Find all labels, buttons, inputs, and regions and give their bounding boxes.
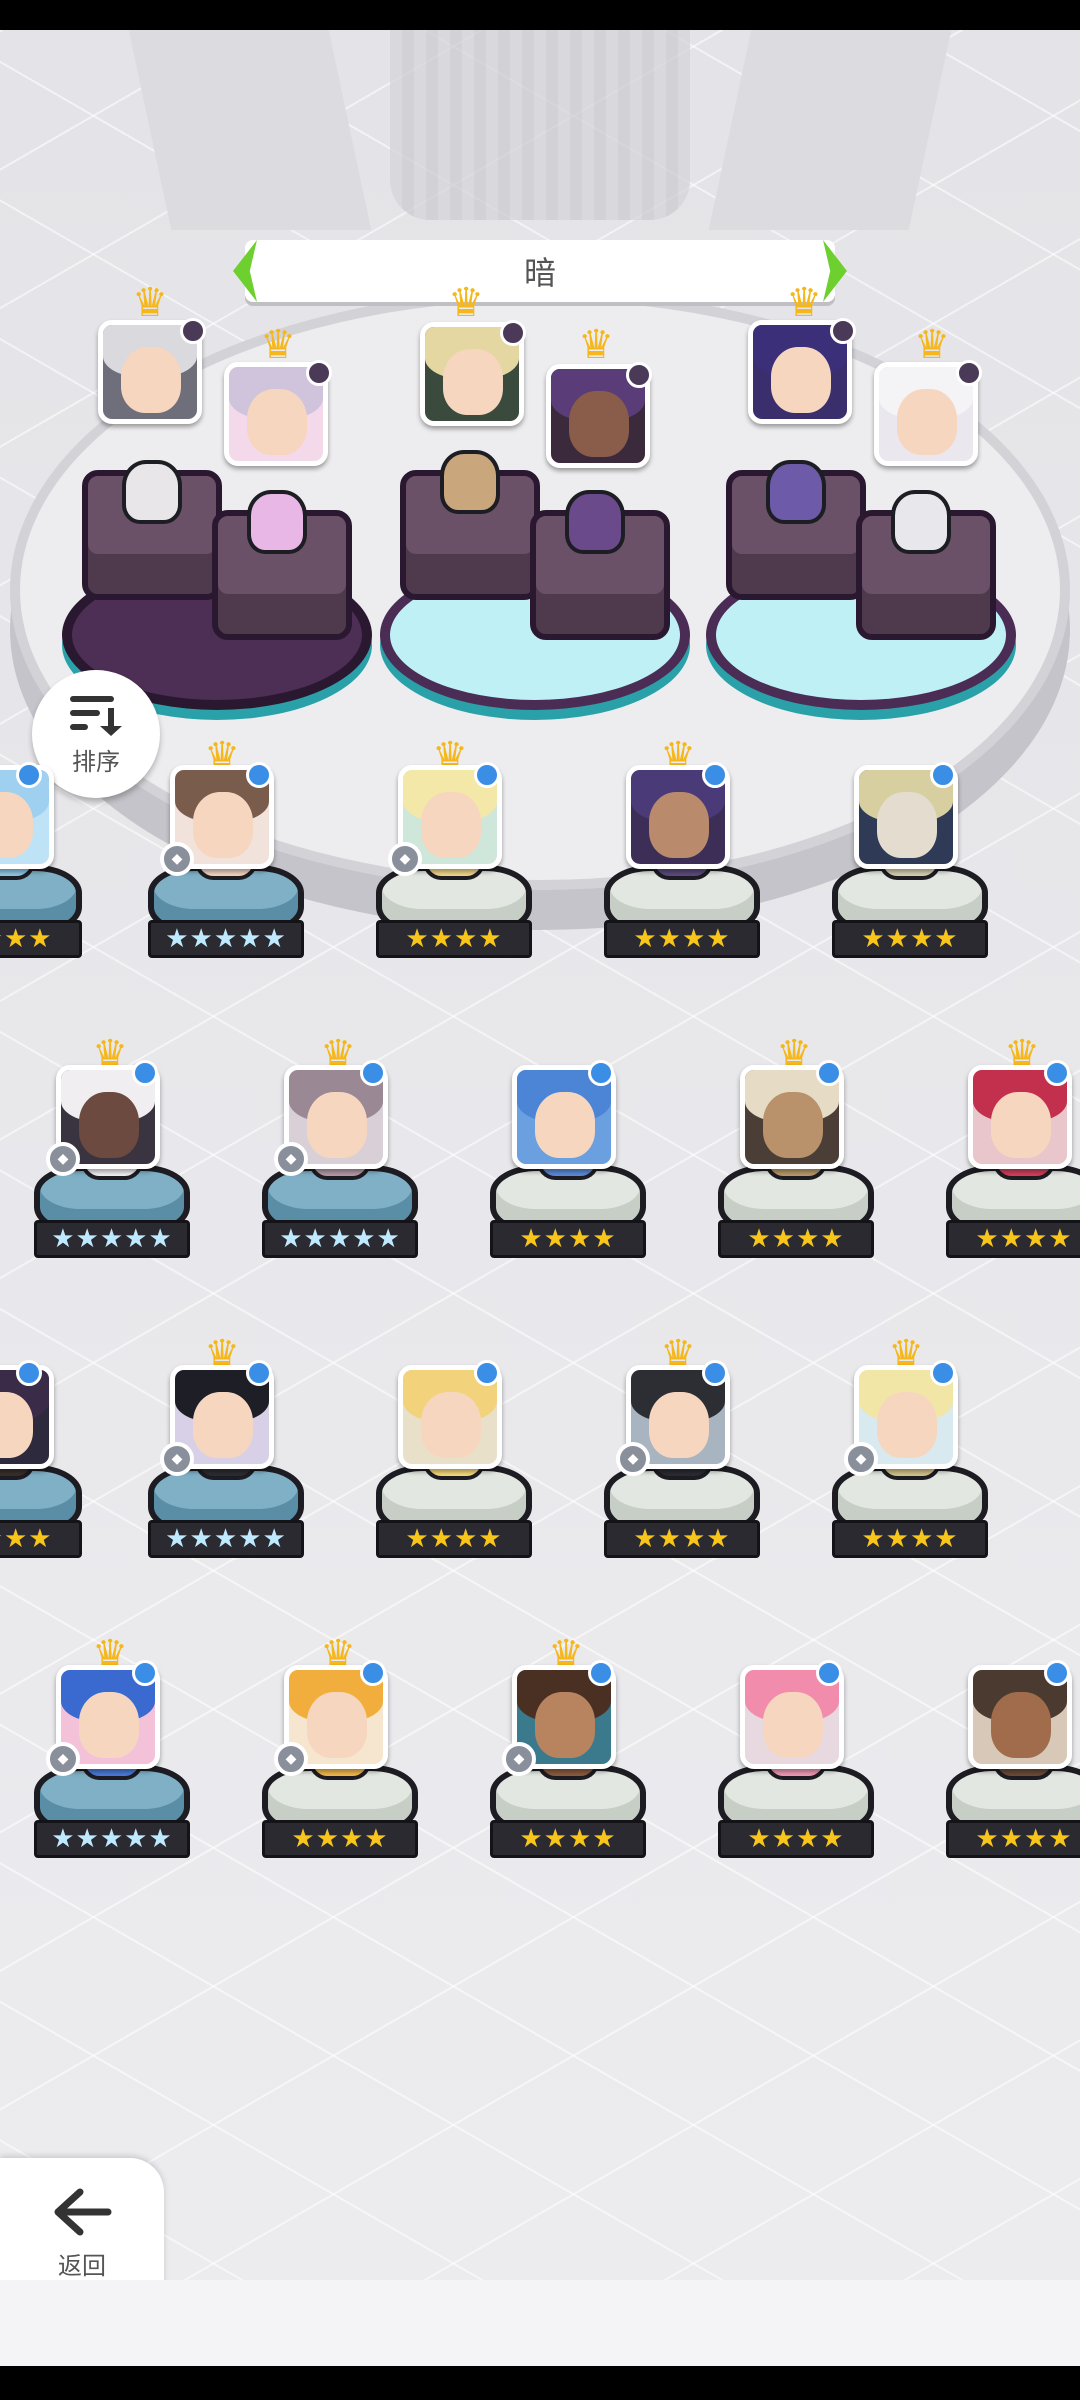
crown-icon: ♛ — [578, 322, 614, 368]
status-bar — [0, 0, 1080, 30]
game-scene: 暗 ♛ ♛ ♛ ♛ ♛ ♛ 排序 ★★ ★★★★★ ★★★★ ★★★★ ★★★★… — [0, 30, 1080, 2280]
light-element-icon — [930, 1360, 956, 1386]
dark-element-icon — [956, 360, 982, 386]
element-title-banner[interactable]: 暗 — [245, 240, 835, 302]
light-element-icon — [816, 1060, 842, 1086]
light-element-icon — [588, 1660, 614, 1686]
background-pillar — [708, 30, 952, 230]
class-icon: ◆ — [274, 1142, 308, 1176]
star-rating: ★★★★ — [0, 920, 82, 958]
light-element-icon — [1044, 1660, 1070, 1686]
star-rating: ★★★★ — [946, 1220, 1080, 1258]
light-element-icon — [930, 762, 956, 788]
class-icon: ◆ — [388, 842, 422, 876]
star-rating: ★★★★ — [376, 1520, 532, 1558]
crown-icon: ♛ — [132, 280, 168, 326]
light-element-icon — [474, 762, 500, 788]
background-temple — [390, 30, 690, 220]
class-icon: ◆ — [616, 1442, 650, 1476]
back-arrow-icon — [54, 2188, 112, 2235]
light-element-icon — [1044, 1060, 1070, 1086]
dark-element-icon — [500, 320, 526, 346]
crown-icon: ♛ — [914, 322, 950, 368]
chibi-sprite — [122, 460, 182, 524]
star-rating: ★★★★ — [490, 1220, 646, 1258]
sort-icon — [70, 695, 122, 736]
star-rating: ★★★★ — [832, 920, 988, 958]
star-rating: ★★★★ — [718, 1220, 874, 1258]
chibi-sprite — [766, 460, 826, 524]
dark-element-icon — [306, 360, 332, 386]
light-element-icon — [360, 1660, 386, 1686]
star-rating: ★★★★★ — [34, 1820, 190, 1858]
back-label: 返回 — [58, 2251, 106, 2280]
crown-icon: ♛ — [448, 280, 484, 326]
class-icon: ◆ — [502, 1742, 536, 1776]
bottom-strip — [0, 2280, 1080, 2366]
light-element-icon — [16, 1360, 42, 1386]
light-element-icon — [702, 762, 728, 788]
star-rating: ★★★★ — [946, 1820, 1080, 1858]
star-rating: ★★★★ — [718, 1820, 874, 1858]
dark-element-icon — [180, 318, 206, 344]
star-rating: ★★★★★ — [148, 1520, 304, 1558]
star-rating: ★★★★★ — [34, 1220, 190, 1258]
star-rating: ★★★★★ — [262, 1220, 418, 1258]
star-rating: ★★★★ — [604, 920, 760, 958]
star-rating: ★★★★ — [604, 1520, 760, 1558]
class-icon: ◆ — [46, 1142, 80, 1176]
star-rating: ★★★★ — [490, 1820, 646, 1858]
light-element-icon — [474, 1360, 500, 1386]
class-icon: ◆ — [274, 1742, 308, 1776]
light-element-icon — [816, 1660, 842, 1686]
light-element-icon — [132, 1060, 158, 1086]
class-icon: ◆ — [46, 1742, 80, 1776]
light-element-icon — [16, 762, 42, 788]
class-icon: ◆ — [844, 1442, 878, 1476]
back-button[interactable]: 返回 — [0, 2158, 164, 2280]
chibi-sprite — [440, 450, 500, 514]
star-rating: ★★★★ — [262, 1820, 418, 1858]
dark-element-icon — [830, 318, 856, 344]
chibi-sprite — [565, 490, 625, 554]
light-element-icon — [246, 1360, 272, 1386]
crown-icon: ♛ — [260, 322, 296, 368]
background-pillar — [128, 30, 372, 230]
dark-element-icon — [626, 362, 652, 388]
class-icon: ◆ — [160, 1442, 194, 1476]
light-element-icon — [702, 1360, 728, 1386]
light-element-icon — [246, 762, 272, 788]
star-rating: ★★★★ — [0, 1520, 82, 1558]
class-icon: ◆ — [160, 842, 194, 876]
star-rating: ★★★★ — [832, 1520, 988, 1558]
star-rating: ★★★★ — [376, 920, 532, 958]
chibi-sprite — [891, 490, 951, 554]
chibi-sprite — [247, 490, 307, 554]
sort-label: 排序 — [72, 747, 120, 776]
light-element-icon — [588, 1060, 614, 1086]
team-slot-2[interactable]: ♛ ♛ — [380, 283, 690, 740]
crown-icon: ♛ — [786, 280, 822, 326]
star-rating: ★★★★★ — [148, 920, 304, 958]
light-element-icon — [360, 1060, 386, 1086]
navigation-bar — [0, 2366, 1080, 2400]
light-element-icon — [132, 1660, 158, 1686]
team-slot-3[interactable]: ♛ ♛ — [706, 283, 1016, 740]
